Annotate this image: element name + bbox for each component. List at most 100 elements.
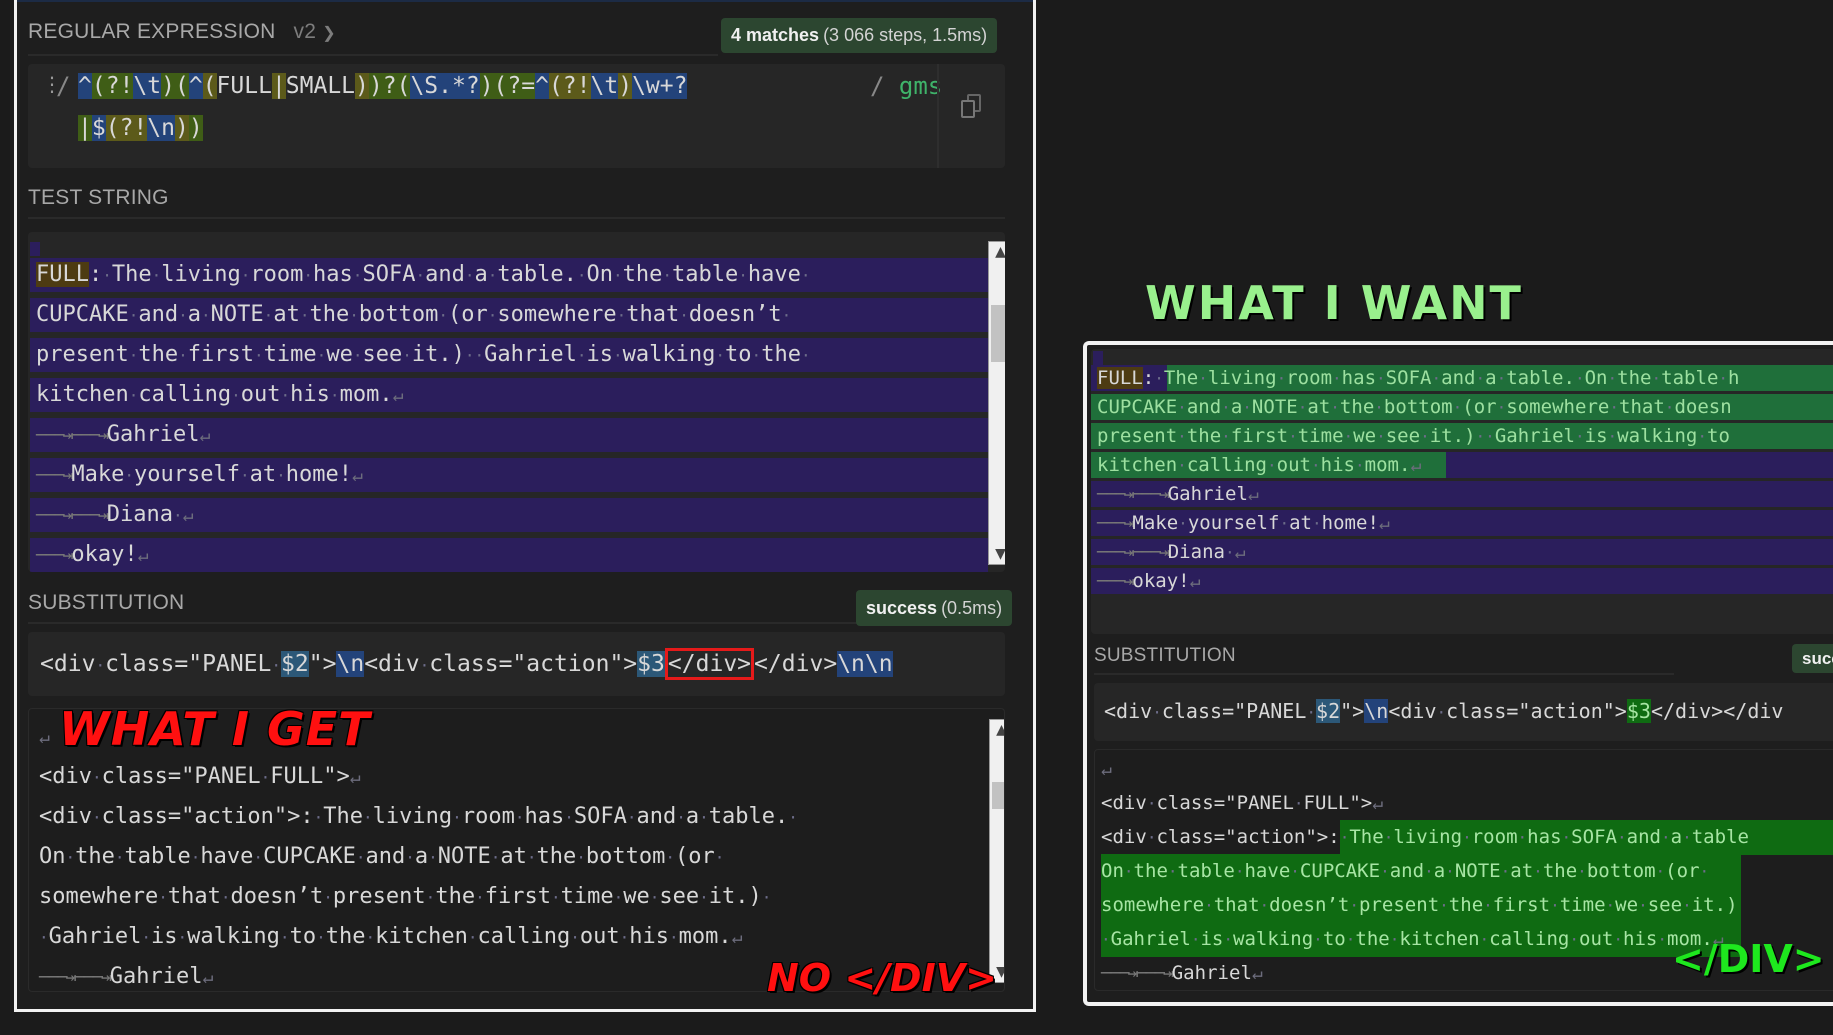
- space-marker: ·: [316, 346, 327, 365]
- space-marker: ·: [474, 346, 485, 365]
- tab-marker: ───⇥: [1101, 963, 1138, 984]
- template-part: </div></div: [1650, 699, 1784, 723]
- space-marker: ·: [1431, 369, 1442, 388]
- test-line: ───⇥okay!↵: [1091, 568, 1833, 594]
- empty-match-marker: [30, 242, 40, 256]
- group-match-highlight: FULL: [36, 262, 89, 287]
- output-line: ↵: [1101, 752, 1833, 786]
- space-marker: ·: [240, 466, 250, 485]
- space-marker: ·: [1297, 398, 1308, 417]
- space-marker: ·: [1550, 896, 1560, 915]
- tab-marker: ───⇥: [1132, 542, 1169, 563]
- version-selector[interactable]: v2 ❯: [294, 20, 336, 43]
- substitution-status-badge: success (0.5ms): [856, 590, 1013, 626]
- space-marker: ·: [271, 656, 282, 675]
- token: ^: [535, 73, 549, 99]
- space-marker: ·: [276, 466, 286, 485]
- space-marker: ·: [1177, 456, 1187, 475]
- regex-input-line-2[interactable]: |$(?!\n)): [78, 108, 203, 148]
- copy-icon[interactable]: [961, 94, 983, 122]
- status-detail: (0.5ms): [941, 597, 1003, 618]
- space-marker: ·: [313, 808, 324, 827]
- space-marker: ·: [738, 266, 748, 285]
- output-scrollbar[interactable]: ▲ ▼: [989, 719, 1004, 983]
- regex-delimiter-open: /: [56, 72, 71, 100]
- scroll-thumb[interactable]: [991, 305, 1005, 362]
- regex-editor[interactable]: ⋮ / ^(?!\t)(^(FULL|SMALL))?(\S.*?)(?=^(?…: [28, 64, 1005, 168]
- space-marker: ·: [316, 928, 326, 947]
- space-marker: ·: [1657, 930, 1667, 949]
- substitution-editor[interactable]: <div·class="PANEL·$2">\n<div·class="acti…: [28, 632, 1005, 696]
- space-marker: ·: [665, 848, 676, 867]
- space-marker: ·: [576, 848, 586, 867]
- test-line: ───⇥okay!↵: [30, 538, 988, 572]
- test-string-scrollbar[interactable]: ▲ ▼: [988, 241, 1005, 565]
- template-part: \n: [1364, 699, 1389, 723]
- scroll-up-icon[interactable]: ▲: [990, 722, 1004, 738]
- regex-flags[interactable]: / gms: [870, 66, 942, 106]
- tab-marker: ───⇥: [36, 465, 73, 486]
- output-line: On·the·table·have·CUPCAKE·and·a·NOTE·at·…: [39, 844, 725, 869]
- space-marker: ·: [1462, 828, 1472, 847]
- space-marker: ·: [452, 808, 462, 827]
- space-marker: ·: [1574, 427, 1585, 446]
- token: ): [161, 73, 175, 99]
- space-marker: ·: [1613, 930, 1623, 949]
- test-line: ───⇥───⇥Gahriel↵: [1091, 481, 1833, 507]
- regex-input-line-1[interactable]: ^(?!\t)(^(FULL|SMALL))?(\S.*?)(?=^(?!\t)…: [78, 66, 688, 106]
- template-part: \n: [336, 651, 365, 677]
- space-marker: ·: [1345, 930, 1356, 949]
- token: ): [355, 73, 369, 99]
- space-marker: ·: [1339, 828, 1350, 847]
- space-marker: ·: [1167, 862, 1178, 881]
- token: (?!: [548, 73, 591, 99]
- space-marker: ·: [1313, 930, 1323, 949]
- annotation-no-div: NO </DIV>: [767, 956, 997, 1000]
- space-marker: ·: [1439, 896, 1449, 915]
- space-marker: ·: [487, 266, 498, 285]
- space-marker: ·: [365, 928, 376, 947]
- scroll-down-icon[interactable]: ▼: [989, 546, 1005, 562]
- space-marker: ·: [1234, 862, 1245, 881]
- status-strong: success: [866, 597, 938, 618]
- space-marker: ·: [158, 888, 168, 907]
- space-marker: ·: [1380, 862, 1390, 881]
- space-marker: ·: [490, 848, 501, 867]
- tab-marker: ───⇥: [1097, 571, 1134, 592]
- space-marker: ·: [349, 306, 359, 325]
- newline-marker: ↵: [1251, 963, 1263, 984]
- space-marker: ·: [467, 928, 478, 947]
- token: (?!: [91, 73, 134, 99]
- token: )(?=: [479, 73, 536, 99]
- space-marker: ·: [1376, 427, 1386, 446]
- space-marker: ·: [438, 306, 448, 325]
- space-marker: ·: [402, 346, 412, 365]
- space-marker: ·: [1177, 398, 1187, 417]
- scroll-up-icon[interactable]: ▲: [989, 244, 1005, 260]
- space-marker: ·: [355, 848, 366, 867]
- space-marker: ·: [761, 888, 772, 907]
- test-string-editor[interactable]: FULL:·The·living·room·has·SOFA·and·a·tab…: [28, 232, 1005, 572]
- space-marker: ·: [1383, 828, 1394, 847]
- space-marker: ·: [1288, 427, 1298, 446]
- space-marker: ·: [303, 266, 314, 285]
- token: ): [174, 115, 189, 141]
- space-marker: ·: [475, 888, 485, 907]
- space-marker: ·: [1293, 794, 1304, 813]
- space-marker: ·: [1574, 369, 1585, 388]
- tab-marker: ───⇥: [74, 967, 111, 988]
- scroll-thumb[interactable]: [992, 782, 1004, 809]
- test-line: FULL:·The·living·room·has·SOFA·and·a·tab…: [1091, 365, 1833, 391]
- space-marker: ·: [141, 928, 152, 947]
- space-marker: ·: [363, 808, 373, 827]
- test-line: kitchen·calling·out·his·mom.↵: [1091, 452, 1833, 478]
- test-string-lines[interactable]: FULL:·The·living·room·has·SOFA·and·a·tab…: [30, 258, 988, 572]
- newline-marker: ↵: [1410, 455, 1422, 476]
- space-marker: ·: [1638, 896, 1648, 915]
- space-marker: ·: [800, 346, 811, 365]
- newline-marker: ↵: [731, 927, 743, 948]
- annotation-what-i-get: WHAT I GET: [59, 702, 371, 756]
- space-marker: ·: [781, 306, 792, 325]
- substitution-input[interactable]: <div·class="PANEL·$2">\n<div·class="acti…: [40, 644, 893, 684]
- test-string-label: TEST STRING: [28, 186, 169, 209]
